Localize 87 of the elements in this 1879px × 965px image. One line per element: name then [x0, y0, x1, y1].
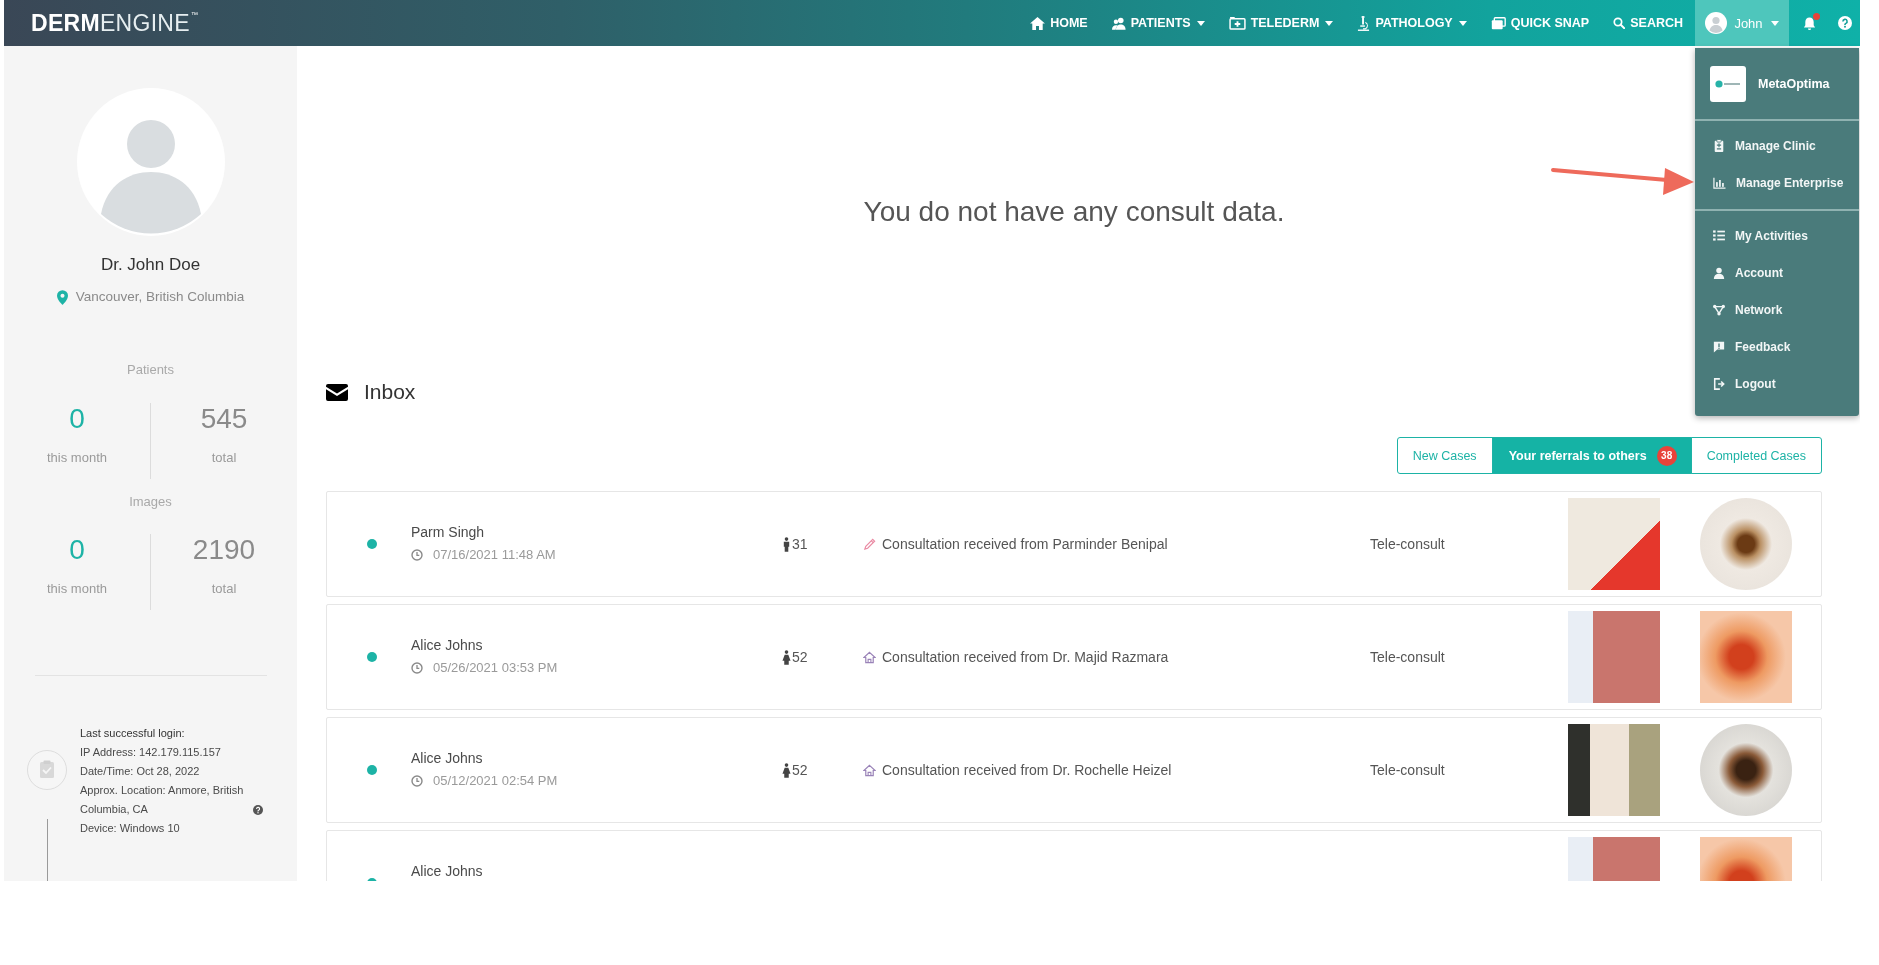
consult-message: Consultation received from Parminder Benipal — [882, 536, 1168, 552]
help-icon — [1838, 16, 1852, 30]
stat-caption: this month — [47, 580, 107, 598]
stat-caption: this month — [47, 449, 107, 467]
patient-age: 31 — [792, 536, 808, 552]
map-pin-icon — [56, 289, 68, 305]
clock-icon — [411, 774, 423, 787]
stat-caption: total — [211, 580, 237, 598]
pencil-icon — [863, 537, 876, 551]
female-figure-icon — [782, 649, 791, 665]
nav-menu-item[interactable]: TELEDERM — [1216, 0, 1346, 46]
consult-message: Consultation received from Dr. Rochelle Heizel — [882, 762, 1172, 778]
inbox-row[interactable]: Alice Johns 05/12/2021 02:54 PM 52 Consultation received from Dr. Rochelle Heizel Tele-consult — [326, 717, 1822, 823]
stat-value: 2190 — [192, 534, 256, 566]
bar-chart-icon — [1713, 176, 1726, 189]
nav-menu-item[interactable]: QUICK SNAP — [1478, 0, 1602, 46]
inbox-row[interactable]: Parm Singh 07/16/2021 11:48 AM 31 Consultation received from Parminder Benipal Tele-consult — [326, 491, 1822, 597]
consult-type: Tele-consult — [1370, 536, 1445, 552]
menu-item[interactable]: Network — [1695, 291, 1859, 328]
speech-bubble-icon — [1713, 340, 1725, 353]
login-ip-address: IP Address: 142.179.115.157 — [80, 745, 222, 760]
case-filter-tab[interactable]: New Cases — [1396, 437, 1493, 474]
stat-caption: total — [211, 449, 237, 467]
house-icon — [863, 763, 876, 777]
nav-menu-item[interactable]: PATHOLOGY — [1345, 0, 1479, 46]
case-filter-tab[interactable]: Your referrals to others 38 — [1491, 437, 1692, 474]
house-icon — [863, 650, 876, 664]
menu-item[interactable]: Manage Enterprise — [1695, 164, 1859, 201]
microscope-icon — [1357, 15, 1371, 31]
clock-icon — [411, 661, 423, 674]
logout-icon — [1713, 377, 1725, 390]
user-icon — [1713, 266, 1725, 279]
male-figure-icon — [782, 536, 791, 552]
clipboard-icon — [1713, 139, 1725, 152]
people-icon — [1111, 16, 1126, 30]
login-info-heading: Last successful login: — [80, 726, 186, 741]
avatar-icon — [1705, 12, 1728, 34]
case-filter-tab[interactable]: Completed Cases — [1690, 437, 1822, 474]
clipboard-check-icon — [27, 750, 67, 790]
nav-menu-item[interactable]: PATIENTS — [1099, 0, 1217, 46]
patient-age: 52 — [792, 649, 808, 665]
login-date-time: Date/Time: Oct 28, 2022 — [80, 764, 201, 779]
nav-menu-item[interactable]: HOME — [1018, 0, 1100, 46]
login-device: Device: Windows 10 — [80, 821, 181, 836]
patient-name: Alice Johns — [411, 635, 483, 654]
caret-icon — [1770, 20, 1779, 26]
menu-item[interactable]: Manage Clinic — [1695, 127, 1859, 164]
patient-name: Alice Johns — [411, 748, 483, 767]
count-badge: 38 — [1656, 445, 1677, 466]
menu-item[interactable]: My Activities — [1695, 217, 1859, 254]
consult-type: Tele-consult — [1370, 762, 1445, 778]
consult-message: Consultation received from Dr. Majid Razmara — [882, 649, 1169, 665]
doctor-location: Vancouver, British Columbia — [75, 288, 245, 306]
stat-value: 545 — [200, 403, 248, 435]
photos-icon — [1490, 16, 1506, 30]
org-logo-icon — [1710, 65, 1746, 102]
folder-plus-icon — [1228, 16, 1246, 30]
patient-name: Alice Johns — [411, 861, 483, 880]
login-location: Approx. Location: Anmore, British Columbia, CA — [80, 783, 245, 817]
home-icon — [1030, 16, 1046, 30]
inbox-heading: Inbox — [364, 380, 416, 404]
network-icon — [1713, 303, 1725, 316]
female-figure-icon — [782, 762, 791, 778]
nav-menu-item[interactable]: SEARCH — [1601, 0, 1695, 46]
photo-placeholder[interactable] — [1568, 724, 1660, 816]
stat-heading: Patients — [127, 362, 174, 378]
search-icon — [1613, 17, 1626, 29]
stat-value: 0 — [69, 403, 85, 435]
patient-name: Parm Singh — [411, 522, 485, 541]
case-date: 05/12/2021 02:54 PM — [433, 773, 558, 788]
stat-value: 0 — [69, 534, 85, 566]
organization-name: MetaOptima — [1758, 76, 1830, 91]
envelope-icon — [326, 383, 348, 401]
patient-age: 52 — [792, 762, 808, 778]
menu-item[interactable]: Feedback — [1695, 328, 1859, 365]
case-date: 05/26/2021 03:53 PM — [433, 660, 558, 675]
help-icon — [253, 805, 263, 815]
list-icon — [1713, 230, 1725, 241]
case-date: 07/16/2021 11:48 AM — [433, 547, 556, 562]
bell-icon — [1803, 15, 1816, 31]
clock-icon — [411, 548, 423, 561]
doctor-name: Dr. John Doe — [100, 254, 201, 276]
stat-heading: Images — [129, 494, 172, 510]
menu-item[interactable]: Account — [1695, 254, 1859, 291]
empty-state-message: You do not have any consult data. — [863, 195, 1285, 229]
consult-type: Tele-consult — [1370, 649, 1445, 665]
menu-item[interactable]: Logout — [1695, 365, 1859, 402]
